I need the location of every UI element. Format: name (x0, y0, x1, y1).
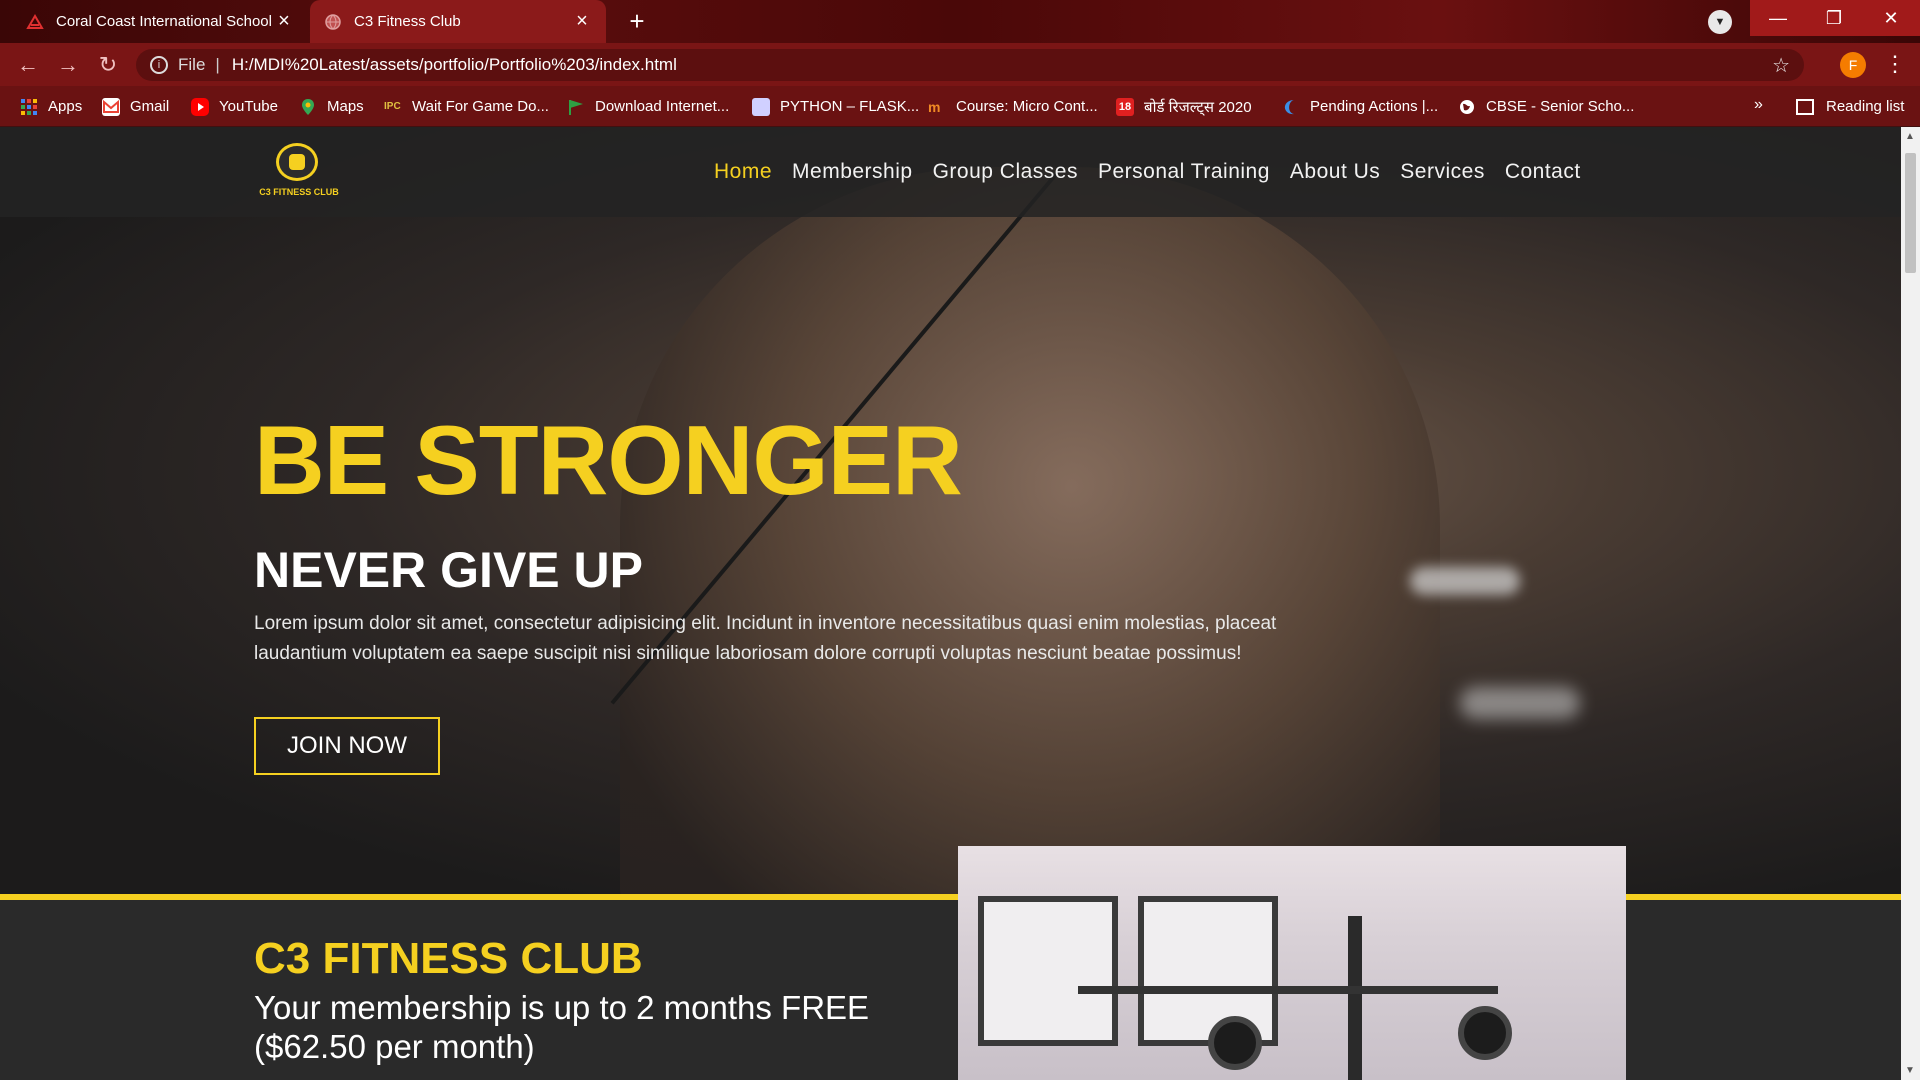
gym-interior-image (958, 846, 1626, 1080)
separator: | (215, 55, 220, 74)
nav-group-classes[interactable]: Group Classes (933, 160, 1078, 184)
tab-title: C3 Fitness Club (354, 13, 461, 30)
bookmark-label: CBSE - Senior Scho... (1486, 98, 1635, 115)
window-shape (978, 896, 1118, 1046)
close-window-button[interactable]: ✕ (1862, 0, 1920, 36)
reading-list-icon (1796, 98, 1814, 115)
close-tab-icon[interactable]: × (274, 10, 294, 33)
bookmark-label: YouTube (219, 98, 278, 115)
maps-pin-icon (299, 98, 317, 116)
back-icon[interactable]: ← (14, 51, 42, 79)
barbell-shape (1078, 986, 1498, 994)
tab-title: Coral Coast International School (56, 13, 272, 30)
bookmark-label: Wait For Game Do... (412, 98, 549, 115)
bookmark-cbse[interactable]: CBSE - Senior Scho... (1458, 86, 1634, 127)
bookmark-star-icon[interactable]: ☆ (1772, 53, 1790, 78)
weight-plate-shape (1458, 1006, 1512, 1060)
scrollbar-thumb[interactable] (1905, 153, 1916, 273)
bookmark-ipc-games[interactable]: IPC Wait For Game Do... (384, 86, 549, 127)
tab-c3-fitness[interactable]: C3 Fitness Club × (310, 0, 606, 43)
bookmark-label: बोर्ड रिजल्ट्स 2020 (1144, 98, 1252, 116)
new-tab-button[interactable]: + (622, 6, 652, 36)
news18-icon: 18 (1116, 97, 1134, 116)
tab-coral-coast[interactable]: Coral Coast International School × (12, 0, 308, 43)
page-scrollbar[interactable]: ▲ ▼ (1901, 127, 1920, 1080)
close-tab-icon[interactable]: × (572, 10, 592, 33)
about-title: C3 FITNESS CLUB (254, 934, 643, 983)
bookmark-course-micro[interactable]: m Course: Micro Cont... (928, 86, 1098, 127)
menu-kebab-icon[interactable]: ⋮ (1884, 51, 1906, 77)
hero-subheadline: NEVER GIVE UP (254, 542, 643, 598)
logo-text: C3 FITNESS CLUB (259, 187, 339, 197)
nav-home[interactable]: Home (714, 160, 772, 184)
hero-lead-text: Lorem ipsum dolor sit amet, consectetur … (254, 613, 1277, 664)
hero-section: C3 FITNESS CLUB Home Membership Group Cl… (0, 127, 1901, 967)
page-viewport: C3 FITNESS CLUB Home Membership Group Cl… (0, 127, 1901, 1080)
bookmark-label: Apps (48, 98, 83, 115)
bookmark-gmail[interactable]: Gmail (102, 86, 169, 127)
site-navbar: C3 FITNESS CLUB Home Membership Group Cl… (0, 127, 1901, 217)
globe-favicon-icon (324, 13, 342, 31)
rack-shape (1348, 916, 1362, 1080)
bookmarks-bar: Apps Gmail YouTube Maps IPC Wait For Gam… (0, 86, 1920, 127)
bookmark-python-flask[interactable]: PYTHON – FLASK... (752, 86, 919, 127)
tab-search-icon[interactable]: ▼ (1708, 10, 1732, 34)
hero-headline: BE STRONGER (254, 405, 963, 515)
bookmarks-overflow-button[interactable]: » (1754, 96, 1763, 114)
bookmark-youtube[interactable]: YouTube (191, 86, 278, 127)
bookmark-label: Download Internet... (595, 98, 730, 115)
tab-strip: Coral Coast International School × C3 Fi… (0, 0, 1920, 43)
gmail-icon (102, 97, 120, 116)
dumbbell-logo-icon (276, 143, 318, 181)
bookmark-board-results[interactable]: 18 बोर्ड रिजल्ट्स 2020 (1116, 86, 1252, 127)
reading-list-button[interactable]: Reading list (1796, 86, 1904, 127)
bookmark-label: Pending Actions |... (1310, 98, 1439, 115)
weight-plate-shape (1208, 1016, 1262, 1070)
bookmark-maps[interactable]: Maps (299, 86, 364, 127)
info-icon[interactable]: i (150, 56, 168, 74)
profile-avatar[interactable]: F (1840, 52, 1866, 78)
globe-icon (1458, 98, 1476, 116)
moon-icon (1282, 98, 1300, 116)
bookmark-label: Maps (327, 98, 364, 115)
apps-grid-icon (20, 98, 38, 116)
bookmark-pending-actions[interactable]: Pending Actions |... (1282, 86, 1438, 127)
browser-toolbar: ← → ↻ i File | H:/MDI%20Latest/assets/po… (0, 43, 1920, 86)
scheme-label: File (178, 55, 206, 74)
bookmark-label: Course: Micro Cont... (956, 98, 1098, 115)
bookmark-apps[interactable]: Apps (20, 86, 82, 127)
join-now-button[interactable]: JOIN NOW (254, 717, 440, 775)
site-logo[interactable]: C3 FITNESS CLUB (254, 143, 344, 201)
scroll-up-icon[interactable]: ▲ (1905, 131, 1915, 142)
green-flag-icon (567, 98, 585, 116)
hero-background-image (1460, 687, 1580, 719)
url-text[interactable]: H:/MDI%20Latest/assets/portfolio/Portfol… (232, 55, 677, 75)
main-nav: Home Membership Group Classes Personal T… (714, 127, 1601, 217)
bookmark-download-internet[interactable]: Download Internet... (567, 86, 729, 127)
window-shape (1138, 896, 1278, 1046)
ipc-games-icon: IPC (384, 100, 401, 112)
forward-icon[interactable]: → (54, 51, 82, 79)
hero-background-image (1410, 567, 1520, 595)
nav-services[interactable]: Services (1400, 160, 1485, 184)
address-bar[interactable]: i File | H:/MDI%20Latest/assets/portfoli… (136, 49, 1804, 81)
scroll-down-icon[interactable]: ▼ (1905, 1065, 1915, 1076)
nav-contact[interactable]: Contact (1505, 160, 1581, 184)
nav-personal-training[interactable]: Personal Training (1098, 160, 1270, 184)
reload-icon[interactable]: ↻ (94, 51, 122, 79)
restore-button[interactable]: ❐ (1806, 0, 1862, 36)
reading-list-label: Reading list (1826, 98, 1905, 115)
nav-about-us[interactable]: About Us (1290, 160, 1380, 184)
minimize-button[interactable]: — (1750, 0, 1806, 36)
school-favicon-icon (26, 13, 44, 31)
bookmark-label: Gmail (130, 98, 170, 115)
nav-membership[interactable]: Membership (792, 160, 913, 184)
youtube-icon (191, 97, 209, 116)
bookmark-label: PYTHON – FLASK... (780, 98, 920, 115)
membership-promo: Your membership is up to 2 months FREE (… (254, 989, 870, 1065)
python-flask-icon (752, 97, 770, 116)
moodle-icon: m (928, 98, 941, 115)
